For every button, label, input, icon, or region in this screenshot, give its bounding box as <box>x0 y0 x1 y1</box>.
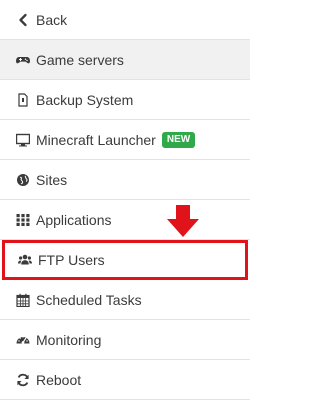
menu-item-label: Sites <box>36 171 68 188</box>
menu-item-label: Reboot <box>36 371 82 388</box>
new-badge: NEW <box>161 131 196 148</box>
users-icon <box>18 253 32 267</box>
menu-item-label: FTP Users <box>38 252 105 268</box>
menu-item-applications[interactable]: Applications <box>0 200 250 240</box>
menu-item-label: Applications <box>36 211 112 228</box>
menu-item-monitoring[interactable]: Monitoring <box>0 320 250 360</box>
calendar-icon <box>16 293 30 307</box>
down-arrow-icon <box>166 204 200 238</box>
chevron-left-icon <box>16 13 30 27</box>
dashboard-icon <box>16 333 30 347</box>
desktop-icon <box>16 133 30 147</box>
grid-icon <box>16 213 30 227</box>
menu-item-label: Monitoring <box>36 331 102 348</box>
menu-item-ftp-users[interactable]: FTP Users <box>2 240 248 280</box>
back-link[interactable]: Back <box>0 0 250 40</box>
menu-item-label: Backup System <box>36 91 134 108</box>
menu-item-sites[interactable]: Sites <box>0 160 250 200</box>
menu-item-reboot[interactable]: Reboot <box>0 360 250 400</box>
menu-item-label: Minecraft Launcher <box>36 131 156 148</box>
refresh-icon <box>16 373 30 387</box>
menu-item-backup-system[interactable]: Backup System <box>0 80 250 120</box>
menu-item-label: Game servers <box>36 51 124 68</box>
menu-item-scheduled-tasks[interactable]: Scheduled Tasks <box>0 280 250 320</box>
menu-item-label: Scheduled Tasks <box>36 291 142 308</box>
menu-item-minecraft-launcher[interactable]: Minecraft Launcher NEW <box>0 120 250 160</box>
file-icon <box>16 92 30 107</box>
menu-item-game-servers[interactable]: Game servers <box>0 40 250 80</box>
sidebar-menu: Back Game servers Backup System Minecraf… <box>0 0 250 400</box>
globe-icon <box>16 173 30 187</box>
gamepad-icon <box>16 53 30 67</box>
back-label: Back <box>36 11 68 28</box>
